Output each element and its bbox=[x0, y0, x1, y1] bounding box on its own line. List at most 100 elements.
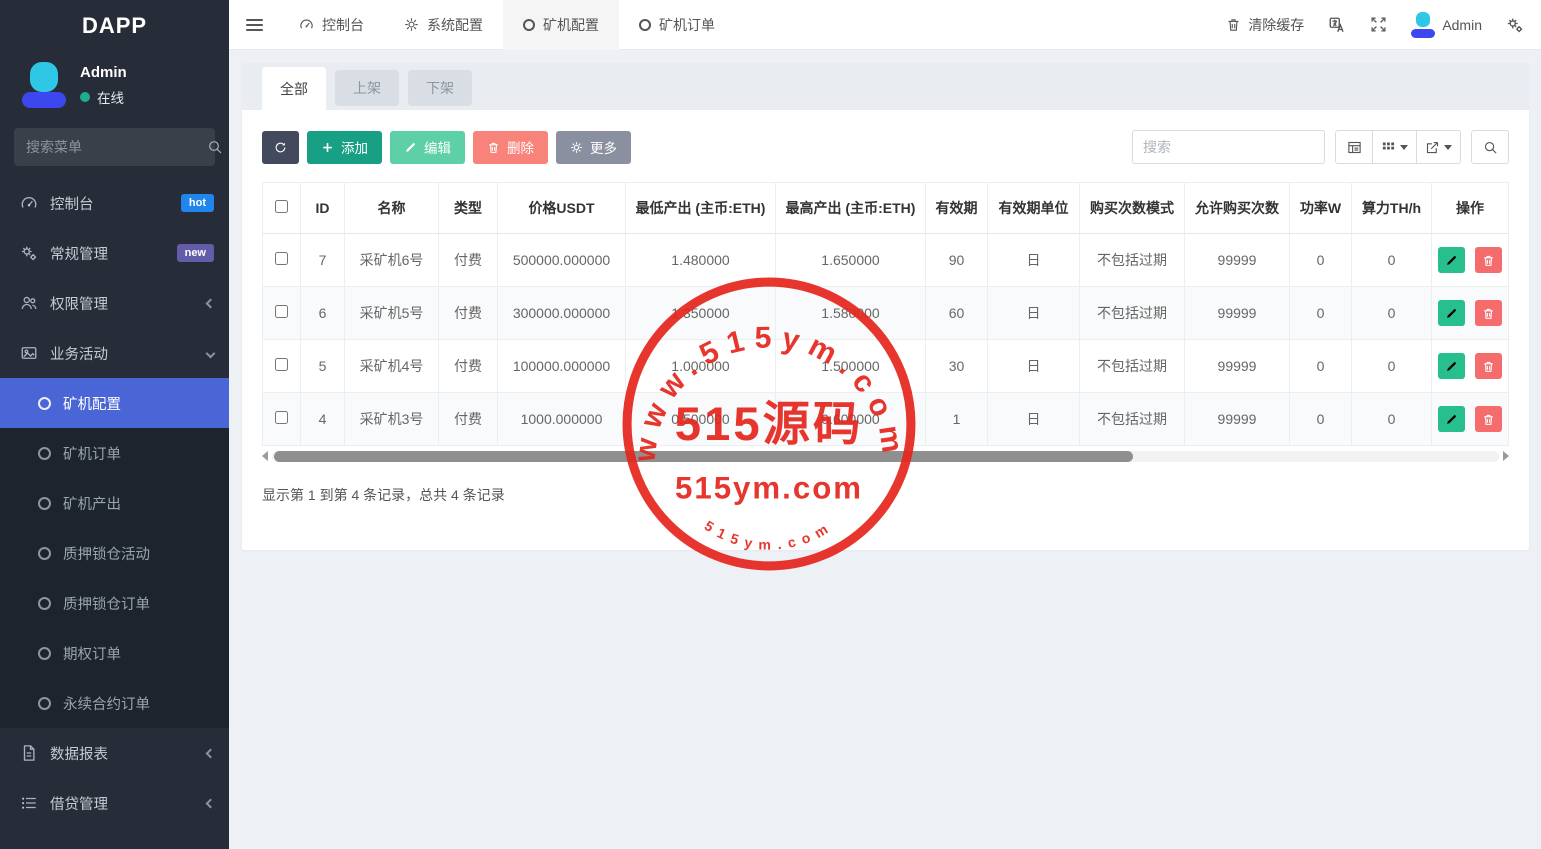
col-header-hashrate[interactable]: 算力TH/h bbox=[1352, 183, 1432, 234]
tab-miner-config[interactable]: 矿机配置 bbox=[503, 0, 619, 50]
row-delete-button[interactable] bbox=[1475, 406, 1502, 432]
search-button[interactable] bbox=[1471, 130, 1509, 164]
sidebar-item-perpetual-orders[interactable]: 永续合约订单 bbox=[0, 678, 229, 728]
sidebar-item-console[interactable]: 控制台 hot bbox=[0, 178, 229, 228]
col-header-type[interactable]: 类型 bbox=[439, 183, 498, 234]
business-submenu: 矿机配置 矿机订单 矿机产出 质押锁仓活动 质押锁仓订单 bbox=[0, 378, 229, 728]
row-delete-button[interactable] bbox=[1475, 300, 1502, 326]
sidebar-item-lending[interactable]: 借贷管理 bbox=[0, 778, 229, 828]
row-delete-button[interactable] bbox=[1475, 353, 1502, 379]
settings-gear-icon[interactable] bbox=[1506, 16, 1524, 34]
sidebar-item-business[interactable]: 业务活动 bbox=[0, 328, 229, 378]
refresh-button[interactable] bbox=[262, 131, 299, 164]
edit-button[interactable]: 编辑 bbox=[390, 131, 465, 164]
menu-toggle-icon[interactable] bbox=[229, 0, 279, 50]
scrollbar-track[interactable] bbox=[272, 451, 1499, 462]
tachometer-icon bbox=[299, 17, 314, 32]
add-label: 添加 bbox=[341, 137, 368, 157]
circle-icon bbox=[523, 19, 535, 31]
row-edit-button[interactable] bbox=[1438, 247, 1465, 273]
cell-hashrate: 0 bbox=[1352, 340, 1432, 393]
scrollbar-thumb[interactable] bbox=[274, 451, 1133, 462]
scroll-right-arrow[interactable] bbox=[1503, 451, 1509, 461]
cell-hashrate: 0 bbox=[1352, 393, 1432, 446]
row-checkbox[interactable] bbox=[275, 358, 288, 371]
pencil-icon bbox=[1445, 307, 1458, 320]
sidebar-item-permissions[interactable]: 权限管理 bbox=[0, 278, 229, 328]
sidebar-item-staking-orders[interactable]: 质押锁仓订单 bbox=[0, 578, 229, 628]
col-header-purchase-mode[interactable]: 购买次数模式 bbox=[1080, 183, 1185, 234]
submenu-label: 质押锁仓订单 bbox=[63, 593, 150, 614]
filter-tab-all[interactable]: 全部 bbox=[262, 67, 326, 110]
add-button[interactable]: 添加 bbox=[307, 131, 382, 164]
user-panel: Admin 在线 bbox=[0, 52, 229, 122]
row-checkbox[interactable] bbox=[275, 411, 288, 424]
row-select-cell bbox=[263, 234, 301, 287]
table-search-input[interactable] bbox=[1132, 130, 1325, 164]
cell-actions bbox=[1432, 234, 1509, 287]
refresh-icon bbox=[274, 141, 287, 154]
row-delete-button[interactable] bbox=[1475, 247, 1502, 273]
row-checkbox[interactable] bbox=[275, 305, 288, 318]
miner-table: ID 名称 类型 价格USDT 最低产出 (主币:ETH) 最高产出 (主币:E… bbox=[262, 182, 1509, 446]
detail-view-button[interactable] bbox=[1335, 130, 1373, 164]
cell-id: 5 bbox=[301, 340, 345, 393]
cell-purchase-mode: 不包括过期 bbox=[1080, 287, 1185, 340]
sidebar-item-option-orders[interactable]: 期权订单 bbox=[0, 628, 229, 678]
filter-tab-listed[interactable]: 上架 bbox=[335, 70, 399, 106]
col-header-validity[interactable]: 有效期 bbox=[926, 183, 988, 234]
tab-miner-orders[interactable]: 矿机订单 bbox=[619, 0, 735, 50]
sidebar-item-miner-output[interactable]: 矿机产出 bbox=[0, 478, 229, 528]
sidebar-item-miner-config[interactable]: 矿机配置 bbox=[0, 378, 229, 428]
cell-price: 1000.000000 bbox=[498, 393, 626, 446]
pencil-icon bbox=[404, 141, 417, 154]
filter-tab-unlisted[interactable]: 下架 bbox=[408, 70, 472, 106]
sidebar-item-staking-activity[interactable]: 质押锁仓活动 bbox=[0, 528, 229, 578]
submenu-label: 矿机产出 bbox=[63, 493, 121, 514]
tab-label: 控制台 bbox=[322, 15, 364, 35]
fullscreen-icon[interactable] bbox=[1370, 16, 1387, 33]
tab-system-config[interactable]: 系统配置 bbox=[384, 0, 503, 50]
clear-cache-button[interactable]: 清除缓存 bbox=[1226, 15, 1304, 35]
sidebar-menu: 控制台 hot 常规管理 new 权限管理 业务活动 矿 bbox=[0, 178, 229, 828]
sidebar-item-label: 业务活动 bbox=[50, 343, 195, 364]
col-header-power[interactable]: 功率W bbox=[1290, 183, 1352, 234]
row-select-cell bbox=[263, 393, 301, 446]
columns-button[interactable] bbox=[1373, 130, 1417, 164]
submenu-label: 永续合约订单 bbox=[63, 693, 150, 714]
table-row[interactable]: 7 采矿机6号 付费 500000.000000 1.480000 1.6500… bbox=[263, 234, 1509, 287]
submenu-label: 矿机配置 bbox=[63, 393, 121, 414]
more-button[interactable]: 更多 bbox=[556, 131, 631, 164]
col-header-purchase-limit[interactable]: 允许购买次数 bbox=[1185, 183, 1290, 234]
delete-button[interactable]: 删除 bbox=[473, 131, 548, 164]
col-header-id[interactable]: ID bbox=[301, 183, 345, 234]
row-edit-button[interactable] bbox=[1438, 406, 1465, 432]
table-row[interactable]: 6 采矿机5号 付费 300000.000000 1.350000 1.5800… bbox=[263, 287, 1509, 340]
user-menu[interactable]: Admin bbox=[1411, 12, 1482, 38]
sidebar-item-general[interactable]: 常规管理 new bbox=[0, 228, 229, 278]
translate-icon[interactable] bbox=[1328, 16, 1346, 34]
sidebar-search-input[interactable] bbox=[26, 139, 207, 155]
sidebar-item-miner-orders[interactable]: 矿机订单 bbox=[0, 428, 229, 478]
caret-down-icon bbox=[1444, 145, 1452, 150]
tachometer-icon bbox=[20, 194, 38, 212]
gear-icon bbox=[404, 17, 419, 32]
col-header-max-output[interactable]: 最高产出 (主币:ETH) bbox=[776, 183, 926, 234]
select-all-checkbox[interactable] bbox=[275, 200, 288, 213]
row-edit-button[interactable] bbox=[1438, 300, 1465, 326]
cell-purchase-limit: 99999 bbox=[1185, 287, 1290, 340]
table-row[interactable]: 4 采矿机3号 付费 1000.000000 0.500000 0.600000… bbox=[263, 393, 1509, 446]
cell-purchase-mode: 不包括过期 bbox=[1080, 393, 1185, 446]
col-header-name[interactable]: 名称 bbox=[345, 183, 439, 234]
tab-console[interactable]: 控制台 bbox=[279, 0, 384, 50]
table-row[interactable]: 5 采矿机4号 付费 100000.000000 1.000000 1.5000… bbox=[263, 340, 1509, 393]
export-button[interactable] bbox=[1417, 130, 1461, 164]
sidebar-item-reports[interactable]: 数据报表 bbox=[0, 728, 229, 778]
scroll-left-arrow[interactable] bbox=[262, 451, 268, 461]
row-edit-button[interactable] bbox=[1438, 353, 1465, 379]
row-checkbox[interactable] bbox=[275, 252, 288, 265]
col-header-min-output[interactable]: 最低产出 (主币:ETH) bbox=[626, 183, 776, 234]
table-toolbar: 添加 编辑 删除 更多 bbox=[262, 130, 1509, 164]
col-header-validity-unit[interactable]: 有效期单位 bbox=[988, 183, 1080, 234]
col-header-price[interactable]: 价格USDT bbox=[498, 183, 626, 234]
